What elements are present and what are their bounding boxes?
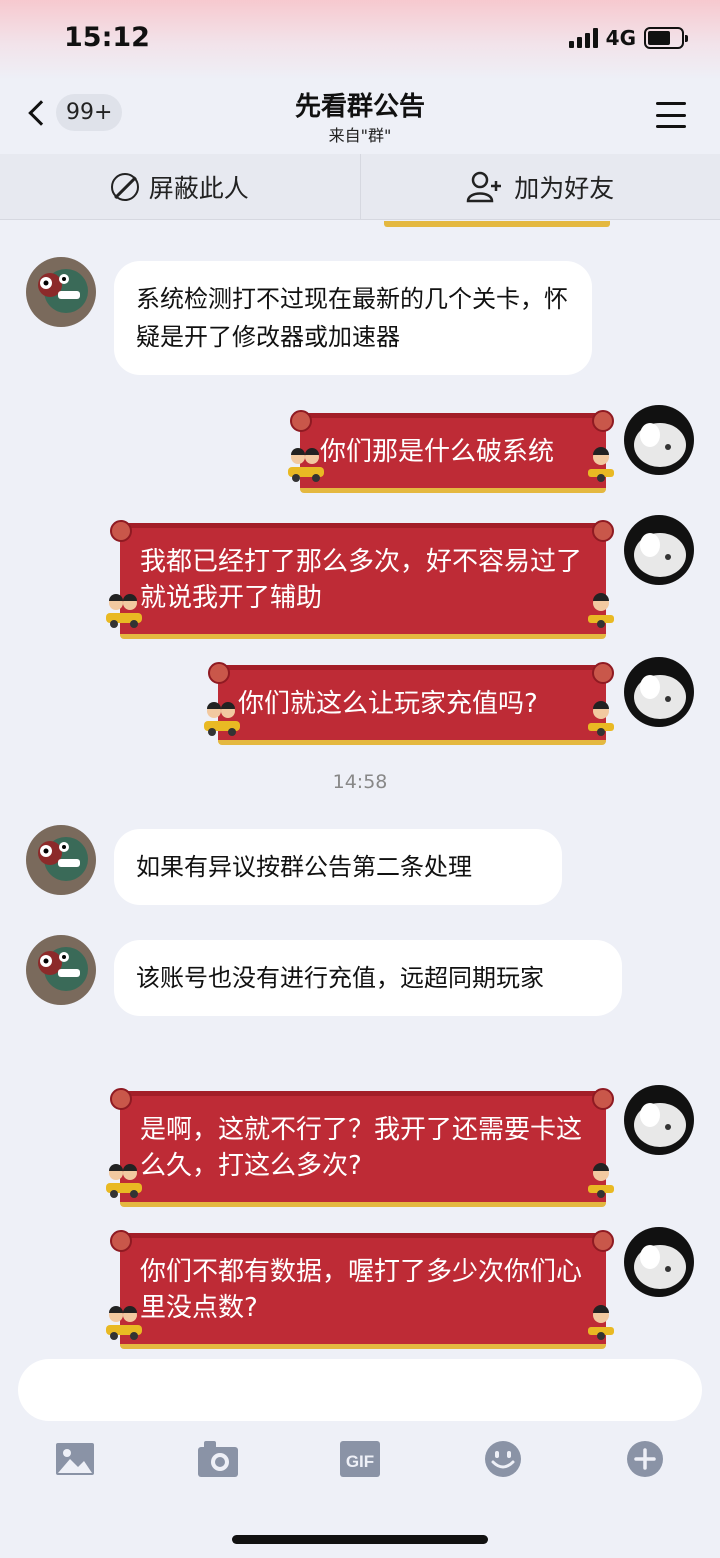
status-time: 15:12 (64, 22, 150, 53)
chat-title: 先看群公告 (294, 92, 425, 122)
chat-area[interactable]: 系统检测打不过现在最新的几个关卡，怀疑是开了修改器或加速器 你们那是什么破系统 … (0, 221, 720, 1357)
menu-icon (656, 102, 686, 105)
chat-subtitle: 来自"群" (328, 126, 392, 145)
nav-bar: 99+ 先看群公告 来自"群" (0, 80, 720, 154)
block-label: 屏蔽此人 (148, 173, 249, 203)
avatar-self[interactable] (624, 1085, 694, 1155)
sticker-icon (106, 594, 142, 628)
plus-icon[interactable] (623, 1439, 667, 1479)
message-bubble: 是啊，这就不行了？我开了还需要卡这么久，打这么多次? (110, 1088, 614, 1207)
sticker-icon (588, 447, 614, 482)
input-toolbar: GIF (0, 1439, 720, 1483)
status-indicators: 4G (568, 26, 688, 50)
message-bubble: 你们就这么让玩家充值吗? (208, 662, 614, 745)
sticker-icon (588, 1163, 614, 1198)
sticker-icon (106, 1306, 142, 1340)
message-bubble: 你们不都有数据，喔打了多少次你们心里没点数? (110, 1230, 614, 1349)
avatar-self[interactable] (624, 1227, 694, 1297)
bubble-edge (384, 221, 610, 227)
message-bubble: 我都已经打了那么多次，好不容易过了就说我开了辅助 (110, 520, 614, 639)
home-indicator[interactable] (232, 1535, 488, 1544)
image-icon[interactable] (54, 1439, 98, 1479)
avatar-self[interactable] (624, 405, 694, 475)
camera-icon[interactable] (196, 1439, 240, 1479)
input-area: GIF (0, 1357, 720, 1558)
message-bubble: 如果有异议按群公告第二条处理 (114, 829, 562, 905)
block-icon (110, 172, 139, 201)
avatar-other[interactable] (26, 935, 96, 1005)
svg-text:GIF: GIF (346, 1452, 374, 1471)
battery-icon (644, 27, 688, 49)
gif-icon[interactable]: GIF (338, 1439, 382, 1479)
avatar-other[interactable] (26, 257, 96, 327)
sticker-icon (288, 448, 324, 482)
add-friend-button[interactable]: 加为好友 (359, 154, 720, 219)
add-friend-label: 加为好友 (514, 173, 615, 203)
network-type: 4G (605, 26, 636, 50)
message-timestamp: 14:58 (332, 771, 388, 793)
message-bubble: 你们那是什么破系统 (290, 410, 614, 493)
sticker-icon (588, 701, 614, 736)
sticker-icon (204, 702, 240, 736)
avatar-other[interactable] (26, 825, 96, 895)
sticker-icon (588, 593, 614, 628)
avatar-self[interactable] (624, 657, 694, 727)
message-bubble: 该账号也没有进行充值，远超同期玩家 (114, 940, 622, 1016)
message-bubble: 系统检测打不过现在最新的几个关卡，怀疑是开了修改器或加速器 (114, 261, 592, 375)
emoji-icon[interactable] (481, 1439, 525, 1479)
sticker-icon (588, 1305, 614, 1340)
status-bar: 15:12 4G (0, 0, 720, 80)
menu-button[interactable] (656, 102, 686, 128)
block-user-button[interactable]: 屏蔽此人 (0, 154, 360, 219)
avatar-self[interactable] (624, 515, 694, 585)
signal-icon (568, 28, 598, 48)
action-bar: 屏蔽此人 加为好友 (0, 154, 720, 220)
message-input[interactable] (18, 1359, 702, 1421)
sticker-icon (106, 1164, 142, 1198)
add-friend-icon (466, 171, 502, 202)
